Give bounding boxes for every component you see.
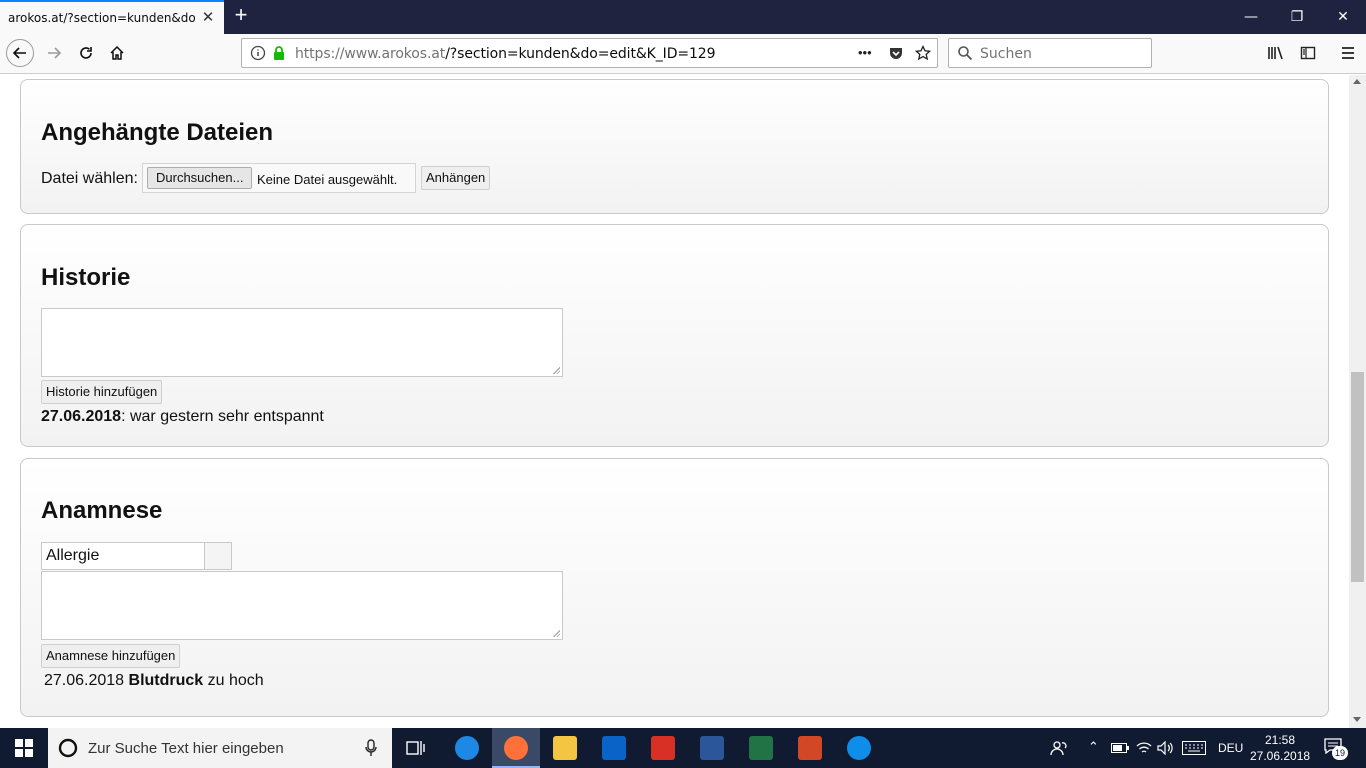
search-icon bbox=[958, 46, 973, 61]
wifi-icon[interactable] bbox=[1136, 741, 1152, 755]
history-panel: Historie Historie hinzufügen 27.06.2018:… bbox=[20, 224, 1329, 447]
reload-icon bbox=[80, 47, 92, 59]
anamnesis-entry: 27.06.2018 Blutdruck zu hoch bbox=[44, 672, 264, 690]
anamnesis-entry-text: zu hoch bbox=[207, 672, 264, 689]
navigation-toolbar: https://www.arokos.at/?section=kunden&do… bbox=[0, 34, 1366, 74]
browse-button[interactable]: Durchsuchen... bbox=[147, 167, 253, 189]
attachments-heading: Angehängte Dateien bbox=[41, 119, 274, 146]
new-tab-button[interactable]: + bbox=[229, 4, 253, 28]
taskbar-firefox-active[interactable] bbox=[492, 728, 540, 768]
anamnesis-type-select[interactable]: Allergie bbox=[41, 542, 232, 570]
page-viewport: Angehängte Dateien Datei wählen: Durchsu… bbox=[0, 75, 1349, 728]
clock-date: 27.06.2018 bbox=[1250, 749, 1311, 763]
history-entry-text: : war gestern sehr entspannt bbox=[121, 408, 324, 425]
pocket-icon[interactable] bbox=[888, 45, 904, 61]
edge-icon[interactable] bbox=[455, 736, 479, 760]
anamnesis-type-value: Allergie bbox=[46, 547, 100, 564]
excel-icon[interactable] bbox=[749, 736, 773, 760]
file-explorer-icon[interactable] bbox=[553, 736, 577, 760]
scroll-down-icon[interactable] bbox=[1353, 717, 1361, 722]
attach-button[interactable]: Anhängen bbox=[421, 166, 491, 190]
clock[interactable]: 21:58 27.06.2018 bbox=[1250, 732, 1310, 764]
tray-overflow-icon[interactable]: ⌃ bbox=[1088, 739, 1099, 755]
people-icon[interactable] bbox=[1050, 740, 1068, 756]
notification-badge: 19 bbox=[1332, 746, 1348, 760]
browser-titlebar: arokos.at/?section=kunden&do=edit&K_ID=1… bbox=[0, 0, 1366, 34]
menu-button[interactable] bbox=[1334, 39, 1362, 67]
anamnesis-textarea[interactable] bbox=[41, 571, 563, 640]
bookmark-star-icon[interactable] bbox=[915, 45, 931, 61]
battery-icon[interactable] bbox=[1111, 743, 1129, 753]
page-actions-icon[interactable]: ••• bbox=[858, 45, 872, 60]
search-bar[interactable]: Suchen bbox=[948, 38, 1152, 68]
url-text[interactable]: https://www.arokos.at/?section=kunden&do… bbox=[295, 46, 716, 62]
word-icon[interactable] bbox=[700, 736, 724, 760]
url-host: https://www.arokos.at bbox=[295, 46, 446, 62]
window-close-button[interactable]: ✕ bbox=[1320, 0, 1366, 34]
windows-start-icon[interactable] bbox=[15, 739, 33, 757]
no-file-text: Keine Datei ausgewählt. bbox=[257, 172, 398, 187]
file-choose-label: Datei wählen: bbox=[41, 170, 138, 187]
scroll-up-icon[interactable] bbox=[1353, 79, 1361, 84]
resize-grip-icon[interactable] bbox=[551, 365, 560, 374]
teamviewer-icon[interactable] bbox=[847, 736, 871, 760]
anamnesis-entry-date: 27.06.2018 bbox=[44, 672, 125, 689]
taskbar-search-box[interactable]: Zur Suche Text hier eingeben bbox=[48, 728, 392, 768]
scrollbar-thumb[interactable] bbox=[1351, 372, 1364, 582]
search-placeholder: Suchen bbox=[980, 46, 1032, 62]
windows-taskbar: Zur Suche Text hier eingeben ⌃ DEU 21:58… bbox=[0, 728, 1366, 768]
anamnesis-entry-title: Blutdruck bbox=[128, 672, 204, 689]
file-input[interactable]: Durchsuchen... Keine Datei ausgewählt. bbox=[142, 163, 416, 193]
keyboard-icon[interactable] bbox=[1182, 741, 1206, 755]
volume-icon[interactable] bbox=[1157, 741, 1175, 755]
sidebar-button[interactable] bbox=[1294, 39, 1322, 67]
sidebar-icon bbox=[1300, 46, 1316, 60]
window-restore-button[interactable]: ❐ bbox=[1274, 0, 1320, 34]
powerpoint-icon[interactable] bbox=[798, 736, 822, 760]
library-button[interactable] bbox=[1262, 39, 1290, 67]
anamnesis-panel: Anamnese Allergie Anamnese hinzufügen 27… bbox=[20, 458, 1329, 717]
page-scrollbar[interactable] bbox=[1349, 75, 1366, 728]
attachments-panel: Angehängte Dateien Datei wählen: Durchsu… bbox=[20, 79, 1329, 214]
cortana-icon bbox=[58, 738, 78, 758]
forward-arrow-icon bbox=[48, 47, 62, 59]
clock-time: 21:58 bbox=[1264, 733, 1296, 747]
info-icon[interactable] bbox=[250, 45, 266, 61]
gmail-icon[interactable] bbox=[651, 736, 675, 760]
anamnesis-heading: Anamnese bbox=[41, 497, 163, 524]
home-icon bbox=[110, 45, 124, 60]
back-arrow-icon bbox=[12, 47, 26, 59]
input-language[interactable]: DEU bbox=[1218, 741, 1243, 755]
history-entry-date: 27.06.2018 bbox=[41, 408, 122, 425]
secure-lock-icon[interactable] bbox=[272, 45, 286, 61]
tab-title: arokos.at/?section=kunden&do=edit&K_ID=1… bbox=[8, 11, 196, 25]
forward-button[interactable] bbox=[40, 39, 68, 67]
add-history-button[interactable]: Historie hinzufügen bbox=[41, 380, 163, 404]
resize-grip-icon[interactable] bbox=[551, 628, 560, 637]
url-path: /?section=kunden&do=edit&K_ID=129 bbox=[445, 46, 716, 62]
history-textarea[interactable] bbox=[41, 308, 563, 377]
history-entry: 27.06.2018: war gestern sehr entspannt bbox=[41, 408, 324, 426]
back-button[interactable] bbox=[6, 39, 34, 67]
task-view-icon[interactable] bbox=[406, 739, 426, 757]
firefox-icon bbox=[504, 736, 528, 760]
window-minimize-button[interactable]: — bbox=[1228, 0, 1274, 34]
reload-button[interactable] bbox=[72, 39, 100, 67]
select-dropdown-icon[interactable] bbox=[204, 542, 232, 570]
url-bar[interactable]: https://www.arokos.at/?section=kunden&do… bbox=[241, 38, 938, 68]
history-heading: Historie bbox=[41, 264, 131, 291]
outlook-icon[interactable] bbox=[602, 736, 626, 760]
action-center-button[interactable]: 19 bbox=[1322, 736, 1348, 760]
hamburger-menu-icon bbox=[1342, 47, 1354, 59]
library-icon bbox=[1268, 46, 1283, 60]
home-button[interactable] bbox=[103, 39, 131, 67]
tab-close-icon[interactable]: ✕ bbox=[200, 10, 216, 26]
microphone-icon[interactable] bbox=[365, 739, 377, 757]
taskbar-search-placeholder: Zur Suche Text hier eingeben bbox=[88, 740, 284, 757]
add-anamnesis-button[interactable]: Anamnese hinzufügen bbox=[41, 644, 181, 668]
browser-tab-active[interactable]: arokos.at/?section=kunden&do=edit&K_ID=1… bbox=[0, 0, 224, 34]
